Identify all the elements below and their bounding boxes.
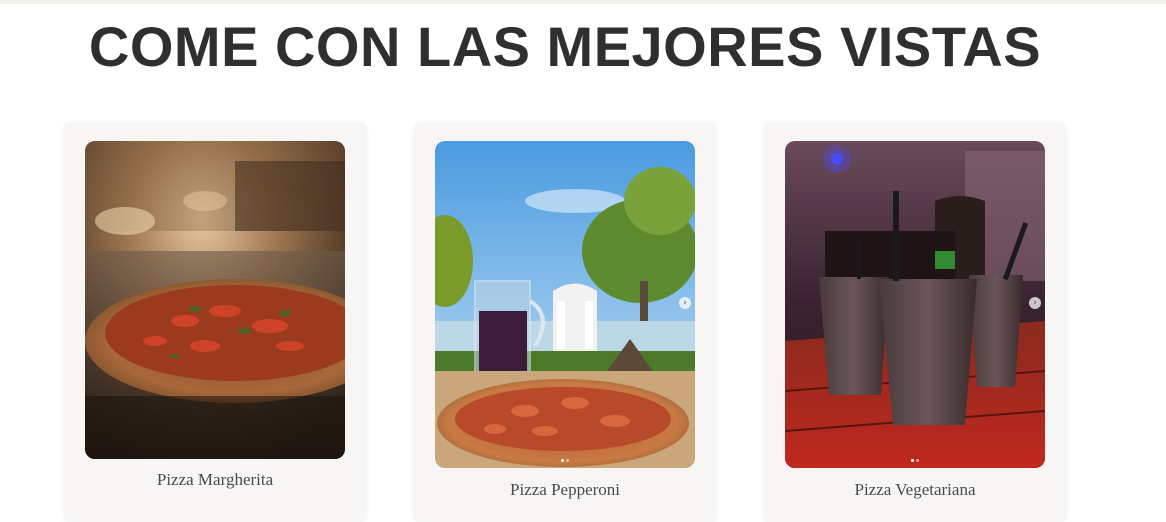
carousel-dot-icon[interactable] — [911, 459, 914, 462]
carousel-dot-icon[interactable] — [916, 459, 919, 462]
carousel-dots — [785, 456, 1045, 462]
menu-card-margherita[interactable]: Pizza Margherita — [64, 122, 366, 522]
pizza-pepperoni-photo[interactable]: › — [435, 141, 695, 468]
pizza-margherita-image — [85, 141, 345, 459]
drinks-neon-bar-image — [785, 141, 1045, 468]
page-title: COME CON LAS MEJORES VISTAS — [88, 15, 1042, 78]
chevron-right-icon: › — [1033, 298, 1037, 308]
menu-card-pepperoni[interactable]: › Pizza Pepperoni — [414, 122, 716, 522]
pizza-pepperoni-image — [435, 141, 695, 468]
pizza-margherita-photo[interactable] — [85, 141, 345, 459]
card-caption: Pizza Margherita — [156, 470, 274, 489]
carousel-next-button[interactable]: › — [679, 297, 691, 309]
card-caption: Pizza Vegetariana — [854, 480, 976, 499]
top-strip — [0, 0, 1166, 4]
chevron-right-icon: › — [683, 298, 687, 308]
menu-card-vegetariana[interactable]: › Pizza Vegetariana — [764, 122, 1066, 522]
carousel-dots — [435, 456, 695, 462]
pizza-vegetariana-photo[interactable]: › — [785, 141, 1045, 468]
carousel-dot-icon[interactable] — [566, 459, 569, 462]
carousel-next-button[interactable]: › — [1029, 297, 1041, 309]
carousel-dot-icon[interactable] — [561, 459, 564, 462]
card-caption: Pizza Pepperoni — [510, 480, 620, 499]
